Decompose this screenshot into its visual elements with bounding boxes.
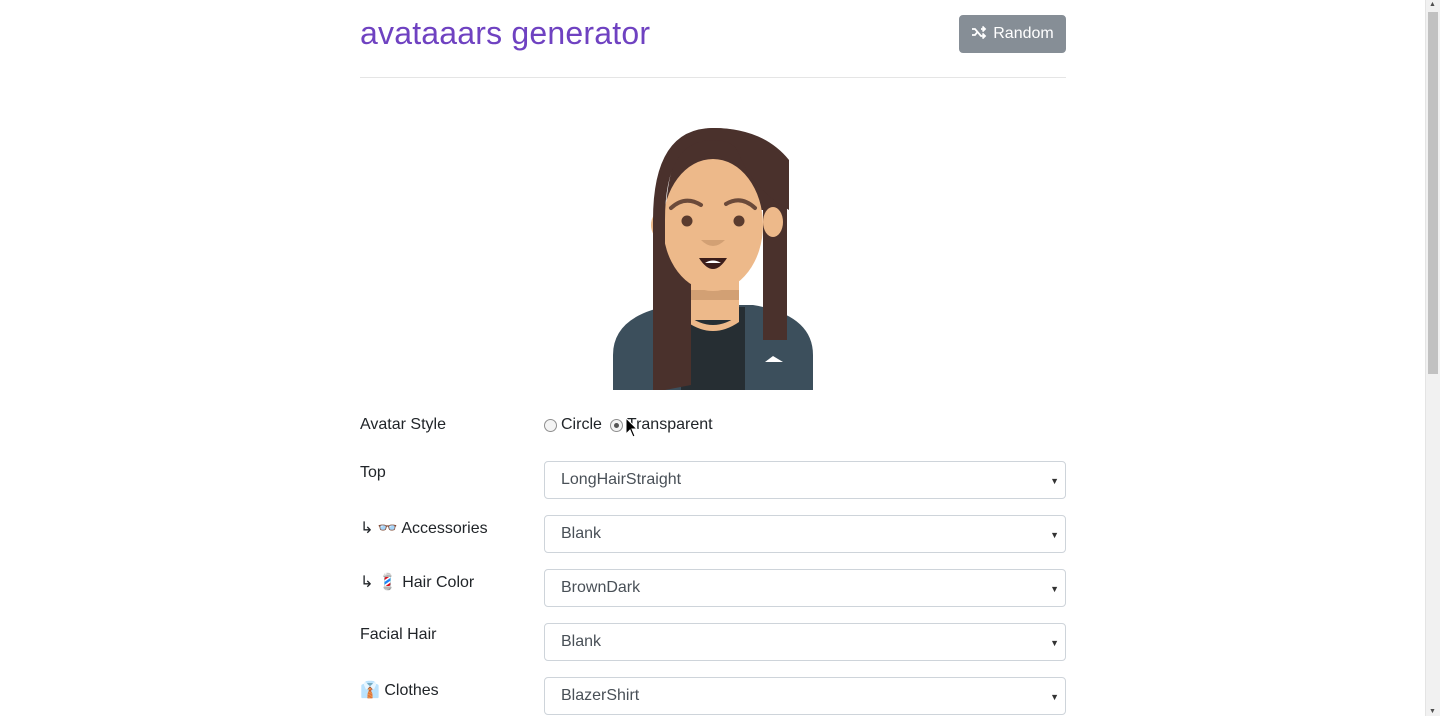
chevron-down-icon: ▼ [1050, 638, 1059, 648]
radio-circle-label[interactable]: Circle [561, 416, 602, 434]
page-title: avataaars generator [360, 15, 651, 51]
chevron-down-icon: ▼ [1050, 476, 1059, 486]
random-button-label: Random [993, 25, 1054, 42]
facial-hair-label: Facial Hair [360, 626, 437, 643]
accessories-select-value: Blank [561, 525, 602, 542]
facial-hair-select[interactable]: Blank ▼ [544, 623, 1066, 661]
clothes-select-value: BlazerShirt [561, 687, 640, 704]
main-container: avataaars generator Random [360, 0, 1066, 78]
scrollbar-thumb[interactable] [1428, 12, 1438, 374]
top-label: Top [360, 464, 386, 481]
chevron-down-icon: ▼ [1050, 584, 1059, 594]
hair-color-label: ↳ 💈 Hair Color [360, 574, 475, 591]
random-button[interactable]: Random [959, 15, 1066, 53]
radio-circle[interactable] [544, 418, 557, 432]
radio-transparent-label[interactable]: Transparent [627, 416, 713, 434]
clothes-label: 👔 Clothes [360, 682, 439, 699]
scroll-up-icon[interactable]: ▲ [1429, 1, 1436, 8]
accessories-label: ↳ 👓 Accessories [360, 520, 488, 537]
avatar-style-label: Avatar Style [360, 416, 446, 433]
vertical-scrollbar[interactable]: ▲ ▼ [1425, 0, 1440, 716]
avatar-preview [613, 100, 813, 390]
radio-transparent[interactable] [609, 418, 623, 432]
facial-hair-select-value: Blank [561, 633, 602, 650]
accessories-select[interactable]: Blank ▼ [544, 515, 1066, 553]
clothes-select[interactable]: BlazerShirt ▼ [544, 677, 1066, 715]
chevron-down-icon: ▼ [1050, 692, 1059, 702]
shuffle-icon [971, 25, 987, 44]
mouse-pointer-icon [625, 416, 639, 439]
top-select[interactable]: LongHairStraight ▼ [544, 461, 1066, 499]
hair-color-select[interactable]: BrownDark ▼ [544, 569, 1066, 607]
top-select-value: LongHairStraight [561, 471, 682, 488]
hair-color-select-value: BrownDark [561, 579, 641, 596]
scroll-down-icon[interactable]: ▼ [1429, 708, 1436, 715]
chevron-down-icon: ▼ [1050, 530, 1059, 540]
header: avataaars generator Random [360, 0, 1066, 78]
